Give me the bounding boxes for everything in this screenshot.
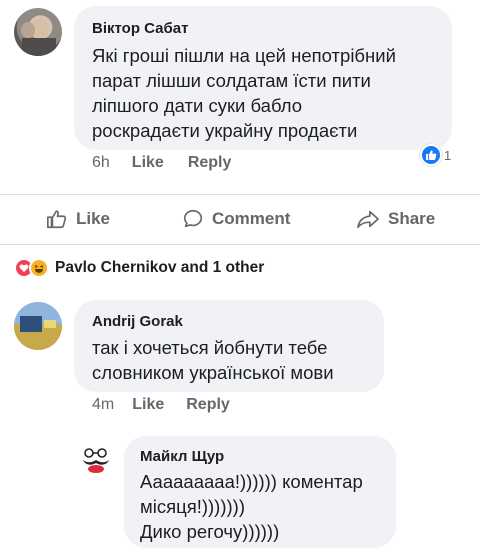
comment-button[interactable]: Comment	[182, 208, 290, 230]
divider	[0, 194, 480, 195]
reply-link[interactable]: Reply	[188, 154, 232, 172]
avatar-photo-icon	[14, 302, 62, 350]
comment-bubble: Майкл Щур Аааааааaa!)))))) коментар міся…	[124, 436, 396, 548]
reply-link[interactable]: Reply	[186, 396, 230, 414]
like-link[interactable]: Like	[132, 154, 164, 172]
comment-author[interactable]: Майкл Щур	[140, 448, 382, 465]
reactions-summary[interactable]: Pavlo Chernikov and 1 other	[14, 258, 264, 278]
avatar[interactable]	[14, 8, 62, 56]
like-reaction-icon	[420, 144, 442, 166]
comment-text: так і хочеться йобнути тебе словником ук…	[92, 337, 334, 383]
comment-bubble: Віктор Сабат Які гроші пішли на цей непо…	[74, 6, 452, 150]
avatar-mustache-icon	[83, 448, 109, 473]
avatar-photo-icon	[21, 18, 56, 56]
haha-reaction-icon	[29, 258, 49, 278]
like-button-label: Like	[76, 209, 111, 228]
comment-timestamp[interactable]: 4m	[92, 396, 114, 414]
comment-button-label: Comment	[212, 209, 291, 228]
like-button[interactable]: Like	[46, 208, 110, 230]
reaction-count-badge[interactable]: 1	[420, 144, 451, 166]
avatar[interactable]	[14, 302, 62, 350]
share-icon	[357, 210, 379, 229]
comment-bubble: Andrij Gorak так і хочеться йобнути тебе…	[74, 300, 384, 392]
thumbs-up-icon	[47, 210, 67, 229]
comment-meta: 4m Like Reply	[92, 396, 230, 414]
comment-author[interactable]: Віктор Сабат	[92, 20, 436, 37]
post-action-bar: Like Comment Share	[0, 200, 480, 240]
divider	[0, 244, 480, 245]
share-button[interactable]: Share	[356, 208, 435, 230]
share-button-label: Share	[388, 209, 436, 228]
comment-text: Які гроші пішли на цей непотрібний парат…	[92, 45, 396, 141]
comment-timestamp[interactable]: 6h	[92, 154, 110, 172]
comment-text: Аааааааaa!)))))) коментар місяця!)))))))…	[140, 471, 363, 542]
comment-meta: 6h Like Reply	[92, 154, 231, 172]
reaction-count: 1	[444, 147, 452, 163]
avatar[interactable]	[78, 444, 114, 480]
reactions-text: Pavlo Chernikov and 1 other	[55, 259, 265, 276]
comment-author[interactable]: Andrij Gorak	[92, 313, 368, 330]
comment-icon	[183, 209, 203, 228]
like-link[interactable]: Like	[132, 396, 164, 414]
